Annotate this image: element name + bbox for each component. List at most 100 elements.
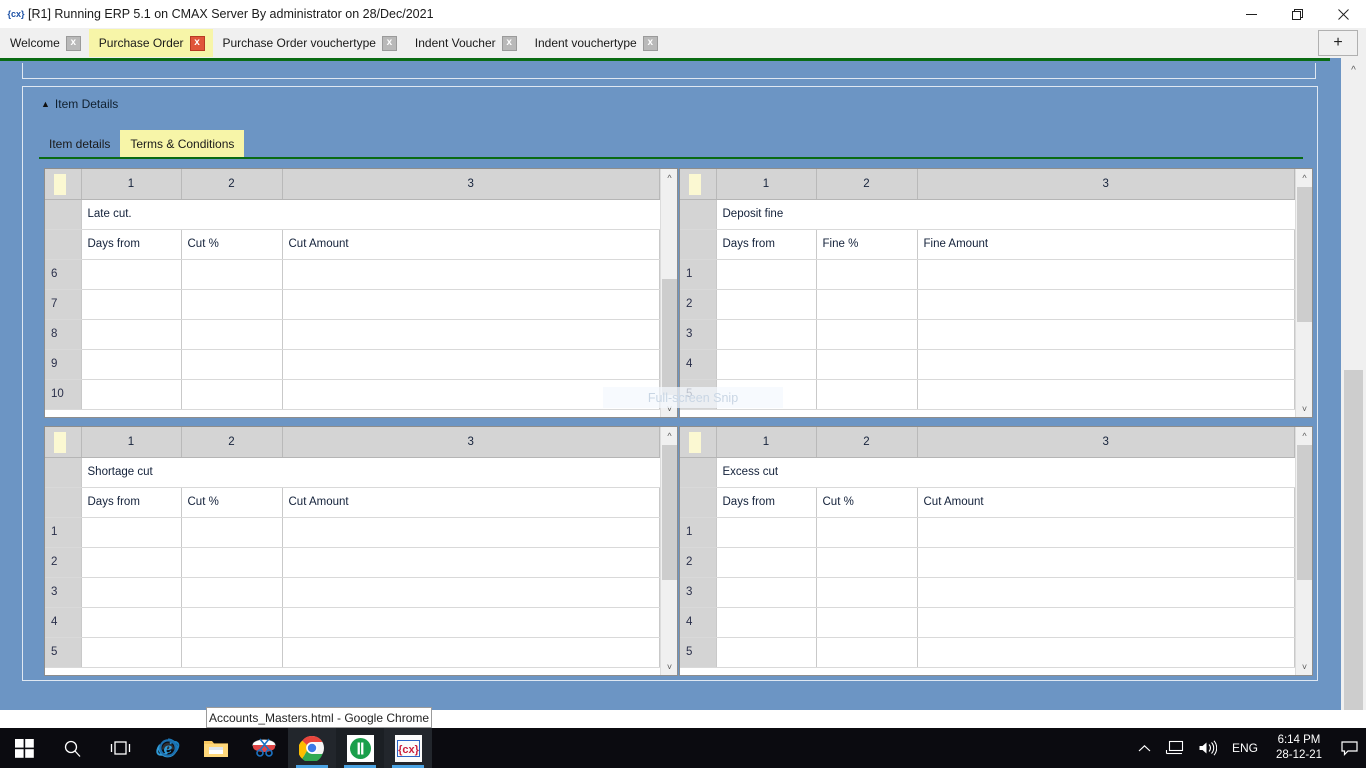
cell-cut-amount[interactable] (917, 607, 1295, 637)
close-icon[interactable]: x (66, 36, 81, 51)
row-number[interactable]: 2 (680, 547, 716, 577)
cell-cut-percent[interactable] (181, 577, 282, 607)
table-row[interactable]: 4 (45, 607, 660, 637)
field-header-days-from[interactable]: Days from (716, 487, 816, 517)
scroll-down-icon[interactable]: ˅ (661, 400, 678, 417)
cell-cut-amount[interactable] (282, 289, 660, 319)
grid-corner-cell[interactable] (45, 169, 81, 199)
cell-fine-amount[interactable] (917, 319, 1295, 349)
row-number[interactable]: 4 (45, 607, 81, 637)
column-header-3[interactable]: 3 (282, 169, 660, 199)
cell-cut-amount[interactable] (917, 577, 1295, 607)
grid-vertical-scrollbar[interactable]: ^ ˅ (660, 169, 677, 417)
volume-icon[interactable] (1191, 728, 1224, 768)
grid-excess-cut[interactable]: 1 2 3 Excess cut (679, 426, 1313, 676)
column-header-1[interactable]: 1 (716, 427, 816, 457)
cell-cut-percent[interactable] (181, 637, 282, 667)
cell-days-from[interactable] (81, 349, 181, 379)
column-header-2[interactable]: 2 (816, 169, 917, 199)
cell-days-from[interactable] (81, 547, 181, 577)
grid-corner-cell[interactable] (680, 169, 716, 199)
cell-days-from[interactable] (81, 289, 181, 319)
grid-deposit-fine[interactable]: 1 2 3 Deposit fine (679, 168, 1313, 418)
row-header-blank[interactable] (45, 457, 81, 487)
row-number[interactable]: 4 (680, 349, 716, 379)
cell-days-from[interactable] (81, 379, 181, 409)
minimize-button[interactable] (1228, 0, 1274, 28)
cell-cut-percent[interactable] (181, 607, 282, 637)
network-icon[interactable] (1158, 728, 1191, 768)
tab-indent-vouchertype[interactable]: Indent vouchertype x (525, 29, 666, 57)
cell-fine-amount[interactable] (917, 349, 1295, 379)
row-number[interactable]: 4 (680, 607, 716, 637)
cell-fine-percent[interactable] (816, 379, 917, 409)
cell-cut-percent[interactable] (181, 547, 282, 577)
scrollbar-thumb[interactable] (1297, 187, 1312, 322)
search-icon[interactable] (48, 728, 96, 768)
row-number[interactable]: 7 (45, 289, 81, 319)
grid-corner-cell[interactable] (680, 427, 716, 457)
close-icon[interactable]: x (382, 36, 397, 51)
close-icon[interactable]: x (190, 36, 205, 51)
cell-days-from[interactable] (81, 517, 181, 547)
scroll-up-icon[interactable]: ^ (1296, 169, 1313, 186)
field-header-cut-amount[interactable]: Cut Amount (282, 487, 660, 517)
cell-days-from[interactable] (716, 607, 816, 637)
cx-app-icon[interactable]: {cx} (384, 728, 432, 768)
cell-cut-amount[interactable] (282, 259, 660, 289)
cell-days-from[interactable] (716, 349, 816, 379)
grid-corner-cell[interactable] (45, 427, 81, 457)
scrollbar-thumb[interactable] (662, 445, 677, 580)
column-header-1[interactable]: 1 (716, 169, 816, 199)
cell-cut-percent[interactable] (816, 637, 917, 667)
column-header-2[interactable]: 2 (816, 427, 917, 457)
cell-cut-amount[interactable] (282, 379, 660, 409)
row-number[interactable]: 1 (680, 259, 716, 289)
cell-fine-amount[interactable] (917, 259, 1295, 289)
table-row[interactable]: 2 (680, 289, 1295, 319)
column-header-1[interactable]: 1 (81, 427, 181, 457)
table-row[interactable]: 5 (45, 637, 660, 667)
cell-cut-percent[interactable] (181, 379, 282, 409)
tab-indent-voucher[interactable]: Indent Voucher x (405, 29, 525, 57)
cell-cut-percent[interactable] (181, 517, 282, 547)
row-header-blank[interactable] (680, 457, 716, 487)
cell-cut-percent[interactable] (181, 349, 282, 379)
column-header-3[interactable]: 3 (917, 169, 1295, 199)
language-indicator[interactable]: ENG (1224, 741, 1266, 755)
row-number[interactable]: 5 (680, 637, 716, 667)
table-row[interactable]: 10 (45, 379, 660, 409)
row-header-blank[interactable] (680, 229, 716, 259)
field-header-cut-amount[interactable]: Cut Amount (282, 229, 660, 259)
column-header-2[interactable]: 2 (181, 169, 282, 199)
cell-fine-percent[interactable] (816, 349, 917, 379)
tab-terms-and-conditions[interactable]: Terms & Conditions (120, 130, 244, 157)
close-button[interactable] (1320, 0, 1366, 28)
cell-days-from[interactable] (81, 607, 181, 637)
row-header-blank[interactable] (45, 199, 81, 229)
row-number[interactable]: 8 (45, 319, 81, 349)
scrollbar-thumb[interactable] (662, 279, 677, 395)
close-icon[interactable]: x (643, 36, 658, 51)
row-number[interactable]: 2 (45, 547, 81, 577)
scrollbar-thumb[interactable] (1297, 445, 1312, 580)
cell-fine-percent[interactable] (816, 259, 917, 289)
cell-cut-percent[interactable] (816, 577, 917, 607)
cell-days-from[interactable] (716, 289, 816, 319)
field-header-days-from[interactable]: Days from (81, 229, 181, 259)
table-row[interactable]: 4 (680, 349, 1295, 379)
start-button[interactable] (0, 728, 48, 768)
grid-title-row[interactable]: Excess cut (680, 457, 1295, 487)
grid-late-cut[interactable]: 1 2 3 Late cut. (44, 168, 678, 418)
cell-cut-amount[interactable] (282, 349, 660, 379)
row-header-blank[interactable] (45, 487, 81, 517)
cell-fine-amount[interactable] (917, 379, 1295, 409)
row-header-blank[interactable] (680, 487, 716, 517)
row-number[interactable]: 3 (680, 319, 716, 349)
table-row[interactable]: 7 (45, 289, 660, 319)
cell-cut-amount[interactable] (282, 517, 660, 547)
grid-title-cell[interactable]: Shortage cut (81, 457, 660, 487)
cell-cut-amount[interactable] (282, 319, 660, 349)
scroll-down-icon[interactable]: ˅ (1296, 400, 1313, 417)
row-number[interactable]: 5 (680, 379, 716, 409)
